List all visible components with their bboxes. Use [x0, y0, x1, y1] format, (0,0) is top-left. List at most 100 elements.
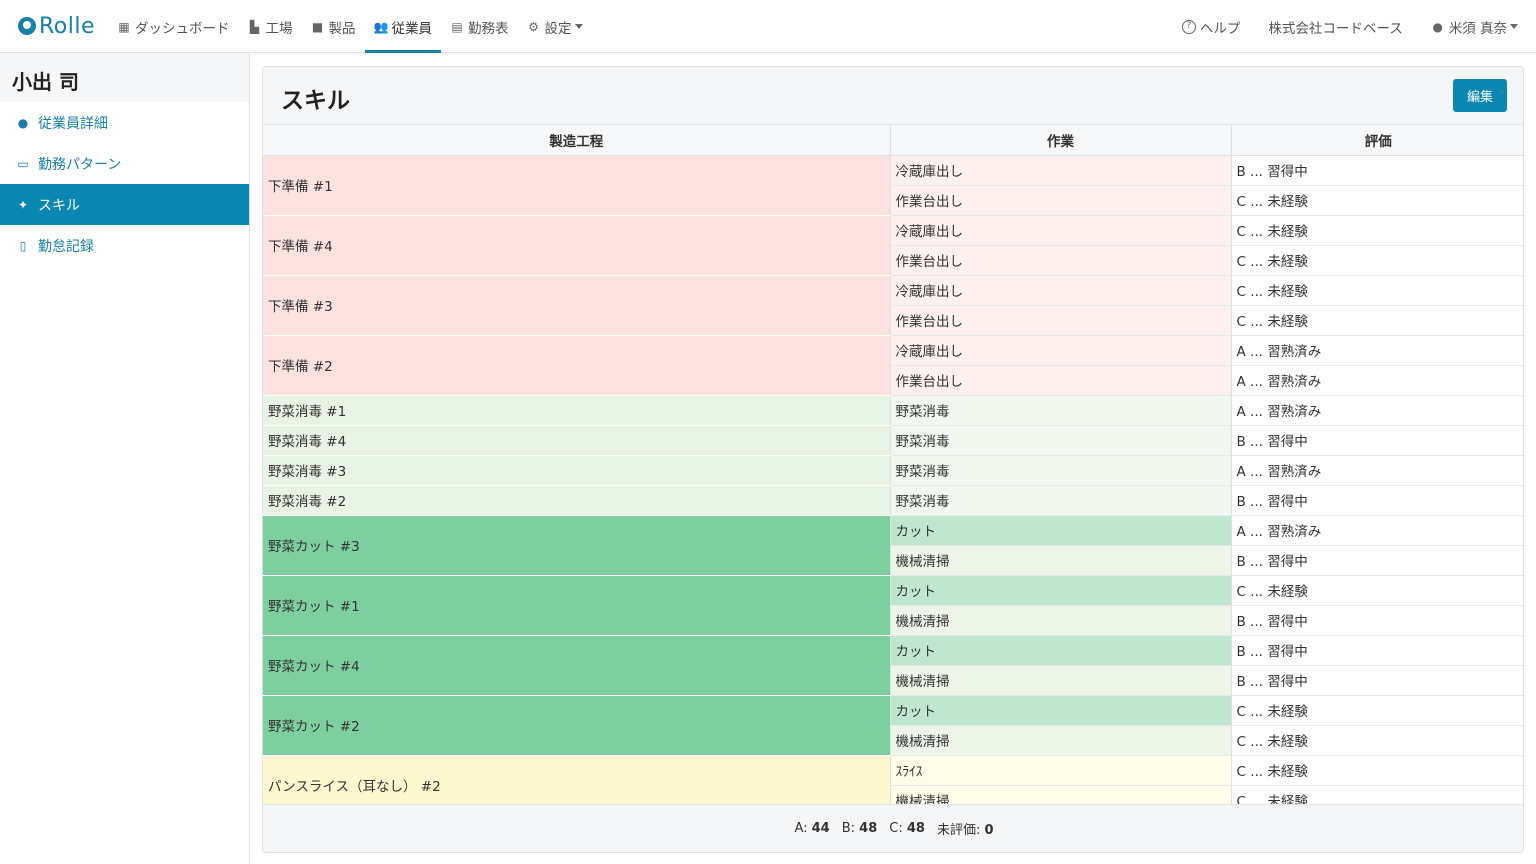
- nav-item-label: 工場: [265, 20, 293, 37]
- skills-table: 製造工程 作業 評価 下準備 #1 冷蔵庫出し B ... 習得中 作業台出し C ..…: [263, 125, 1523, 806]
- rating-cell[interactable]: A ... 習熟済み: [1231, 395, 1523, 426]
- box-icon: ■: [311, 19, 324, 34]
- sidebar: 小出 司 ● 従業員詳細 ▭ 勤務パターン ✦ スキル ▯ 勤怠記録: [0, 54, 250, 864]
- rating-cell[interactable]: C ... 未経験: [1231, 245, 1523, 276]
- task-cell[interactable]: 機械清掃: [890, 725, 1232, 756]
- sidebar-item-3[interactable]: ▯ 勤怠記録: [0, 225, 249, 266]
- task-cell[interactable]: 冷蔵庫出し: [890, 215, 1232, 246]
- process-cell[interactable]: 野菜消毒 #1: [263, 395, 891, 426]
- table-row: 野菜消毒 #3 野菜消毒 A ... 習熟済み: [263, 455, 1523, 486]
- task-cell[interactable]: 作業台出し: [890, 365, 1232, 396]
- process-cell[interactable]: 野菜消毒 #3: [263, 455, 891, 486]
- rating-cell[interactable]: C ... 未経験: [1231, 305, 1523, 336]
- nav-item-4[interactable]: ▤ 勤務表: [441, 0, 518, 53]
- task-cell[interactable]: 作業台出し: [890, 185, 1232, 216]
- rating-cell[interactable]: C ... 未経験: [1231, 785, 1523, 806]
- process-cell[interactable]: 下準備 #1: [263, 155, 891, 216]
- rating-cell[interactable]: C ... 未経験: [1231, 755, 1523, 786]
- card-header: スキル 編集: [263, 67, 1523, 125]
- process-cell[interactable]: 野菜カット #1: [263, 575, 891, 636]
- task-cell[interactable]: カット: [890, 635, 1232, 666]
- task-cell[interactable]: ｽﾗｲｽ: [890, 755, 1232, 786]
- help-link[interactable]: ? ヘルプ: [1168, 0, 1255, 53]
- rating-cell[interactable]: B ... 習得中: [1231, 425, 1523, 456]
- process-cell[interactable]: 下準備 #3: [263, 275, 891, 336]
- process-cell[interactable]: 野菜カット #2: [263, 695, 891, 756]
- sidebar-menu: ● 従業員詳細 ▭ 勤務パターン ✦ スキル ▯ 勤怠記録: [0, 102, 249, 266]
- skills-table-scroll[interactable]: 製造工程 作業 評価 下準備 #1 冷蔵庫出し B ... 習得中 作業台出し C ..…: [263, 125, 1523, 806]
- factory-icon: ▙: [249, 19, 260, 34]
- summary-stat: 未評価: 0: [937, 819, 994, 838]
- task-cell[interactable]: 野菜消毒: [890, 485, 1232, 516]
- task-cell[interactable]: カット: [890, 695, 1232, 726]
- rating-cell[interactable]: C ... 未経験: [1231, 575, 1523, 606]
- header-rating[interactable]: 評価: [1231, 125, 1523, 156]
- header-process[interactable]: 製造工程: [263, 125, 891, 156]
- rating-cell[interactable]: B ... 習得中: [1231, 605, 1523, 636]
- sidebar-item-0[interactable]: ● 従業員詳細: [0, 102, 249, 143]
- rating-cell[interactable]: B ... 習得中: [1231, 485, 1523, 516]
- rating-cell[interactable]: B ... 習得中: [1231, 665, 1523, 696]
- task-cell[interactable]: 冷蔵庫出し: [890, 155, 1232, 186]
- summary-stat: A: 44: [794, 821, 829, 836]
- nav-item-5[interactable]: ⚙ 設定: [518, 0, 592, 53]
- summary-value: 48: [859, 821, 878, 836]
- table-row: 野菜カット #3 カット A ... 習熟済み: [263, 515, 1523, 576]
- process-cell[interactable]: 野菜消毒 #2: [263, 485, 891, 516]
- user-menu[interactable]: ● 米須 真奈: [1417, 0, 1518, 53]
- main-nav: ▦ ダッシュボード ▙ 工場 ■ 製品 👥 従業員 ▤ 勤務表 ⚙ 設定: [108, 0, 592, 53]
- rating-cell[interactable]: C ... 未経験: [1231, 695, 1523, 726]
- rating-cell[interactable]: A ... 習熟済み: [1231, 455, 1523, 486]
- nav-item-3[interactable]: 👥 従業員: [364, 0, 441, 53]
- schedule-icon: ▤: [451, 19, 463, 34]
- rating-cell[interactable]: B ... 習得中: [1231, 545, 1523, 576]
- table-row: 下準備 #3 冷蔵庫出し C ... 未経験: [263, 275, 1523, 336]
- rating-cell[interactable]: B ... 習得中: [1231, 155, 1523, 186]
- sidebar-item-1[interactable]: ▭ 勤務パターン: [0, 143, 249, 184]
- task-cell[interactable]: 機械清掃: [890, 545, 1232, 576]
- rolle-logo[interactable]: Rolle: [18, 12, 95, 40]
- task-cell[interactable]: 野菜消毒: [890, 455, 1232, 486]
- task-cell[interactable]: カット: [890, 575, 1232, 606]
- page-title: スキル: [281, 88, 350, 114]
- nav-item-2[interactable]: ■ 製品: [302, 0, 365, 53]
- process-cell[interactable]: 野菜カット #4: [263, 635, 891, 696]
- header-task[interactable]: 作業: [890, 125, 1232, 156]
- task-cell[interactable]: 冷蔵庫出し: [890, 335, 1232, 366]
- task-cell[interactable]: 機械清掃: [890, 785, 1232, 806]
- table-row: 野菜カット #4 カット B ... 習得中: [263, 635, 1523, 696]
- rating-cell[interactable]: C ... 未経験: [1231, 185, 1523, 216]
- task-cell[interactable]: カット: [890, 515, 1232, 546]
- process-cell[interactable]: 野菜消毒 #4: [263, 425, 891, 456]
- edit-button[interactable]: 編集: [1453, 79, 1507, 112]
- summary-value: 0: [984, 823, 994, 838]
- company-label: 株式会社コードベース: [1268, 20, 1403, 37]
- rating-cell[interactable]: B ... 習得中: [1231, 635, 1523, 666]
- task-cell[interactable]: 機械清掃: [890, 605, 1232, 636]
- rating-cell[interactable]: C ... 未経験: [1231, 275, 1523, 306]
- process-cell[interactable]: 下準備 #4: [263, 215, 891, 276]
- process-cell[interactable]: 下準備 #2: [263, 335, 891, 396]
- summary-value: 48: [906, 821, 925, 836]
- task-cell[interactable]: 野菜消毒: [890, 395, 1232, 426]
- rating-cell[interactable]: A ... 習熟済み: [1231, 335, 1523, 366]
- table-header-row: 製造工程 作業 評価: [263, 125, 1523, 156]
- task-cell[interactable]: 冷蔵庫出し: [890, 275, 1232, 306]
- rating-cell[interactable]: C ... 未経験: [1231, 215, 1523, 246]
- task-cell[interactable]: 作業台出し: [890, 245, 1232, 276]
- sidebar-item-2[interactable]: ✦ スキル: [0, 184, 249, 225]
- task-cell[interactable]: 機械清掃: [890, 665, 1232, 696]
- process-cell[interactable]: 野菜カット #3: [263, 515, 891, 576]
- nav-item-1[interactable]: ▙ 工場: [239, 0, 302, 53]
- rating-cell[interactable]: C ... 未経験: [1231, 725, 1523, 756]
- task-cell[interactable]: 作業台出し: [890, 305, 1232, 336]
- process-cell[interactable]: パンスライス（耳なし） #2: [263, 755, 891, 806]
- rating-cell[interactable]: A ... 習熟済み: [1231, 365, 1523, 396]
- calendar-icon: ▭: [17, 156, 29, 171]
- rating-cell[interactable]: A ... 習熟済み: [1231, 515, 1523, 546]
- skills-card: スキル 編集 製造工程 作業 評価 下準備 #1 冷蔵庫出し B ... 習得中 作業…: [262, 66, 1524, 853]
- summary-label: A:: [794, 821, 808, 836]
- nav-item-0[interactable]: ▦ ダッシュボード: [108, 0, 239, 53]
- summary-stat: C: 48: [889, 821, 925, 836]
- task-cell[interactable]: 野菜消毒: [890, 425, 1232, 456]
